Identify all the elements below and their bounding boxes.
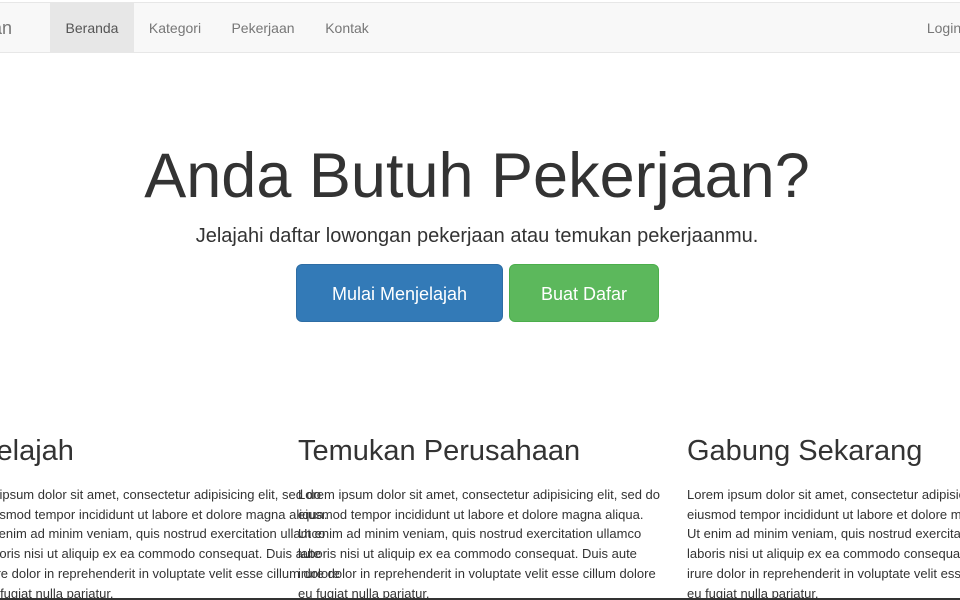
hero-subtitle: Jelajahi daftar lowongan pekerjaan atau … bbox=[195, 225, 759, 247]
nav-item-pekerjaan[interactable]: Pekerjaan bbox=[216, 3, 310, 53]
start-browsing-button[interactable]: Mulai Menjelajah bbox=[296, 264, 503, 322]
nav-item-kontak[interactable]: Kontak bbox=[310, 3, 384, 53]
feature-heading: Temukan Perusahaan bbox=[298, 435, 581, 467]
page: jaan Beranda Kategori Pekerjaan Kontak L… bbox=[0, 0, 960, 600]
feature-column-temukan-perusahaan: Temukan Perusahaan Lorem ipsum dolor sit… bbox=[298, 430, 670, 600]
login-link[interactable]: Login bbox=[914, 3, 960, 53]
nav-item-kategori[interactable]: Kategori bbox=[134, 3, 216, 53]
feature-heading: Gabung Sekarang bbox=[687, 435, 923, 467]
feature-body: Lorem ipsum dolor sit amet, consectetur … bbox=[687, 487, 960, 600]
feature-column-gabung-sekarang: Gabung Sekarang Lorem ipsum dolor sit am… bbox=[687, 430, 960, 600]
register-button[interactable]: Buat Dafar bbox=[509, 264, 659, 322]
navbar: jaan Beranda Kategori Pekerjaan Kontak L… bbox=[0, 2, 960, 53]
nav-item-beranda[interactable]: Beranda bbox=[50, 3, 134, 53]
hero-title: Anda Butuh Pekerjaan? bbox=[144, 141, 810, 211]
feature-body: Lorem ipsum dolor sit amet, consectetur … bbox=[0, 487, 340, 600]
navbar-brand[interactable]: jaan bbox=[0, 3, 12, 53]
feature-body: Lorem ipsum dolor sit amet, consectetur … bbox=[298, 487, 661, 600]
